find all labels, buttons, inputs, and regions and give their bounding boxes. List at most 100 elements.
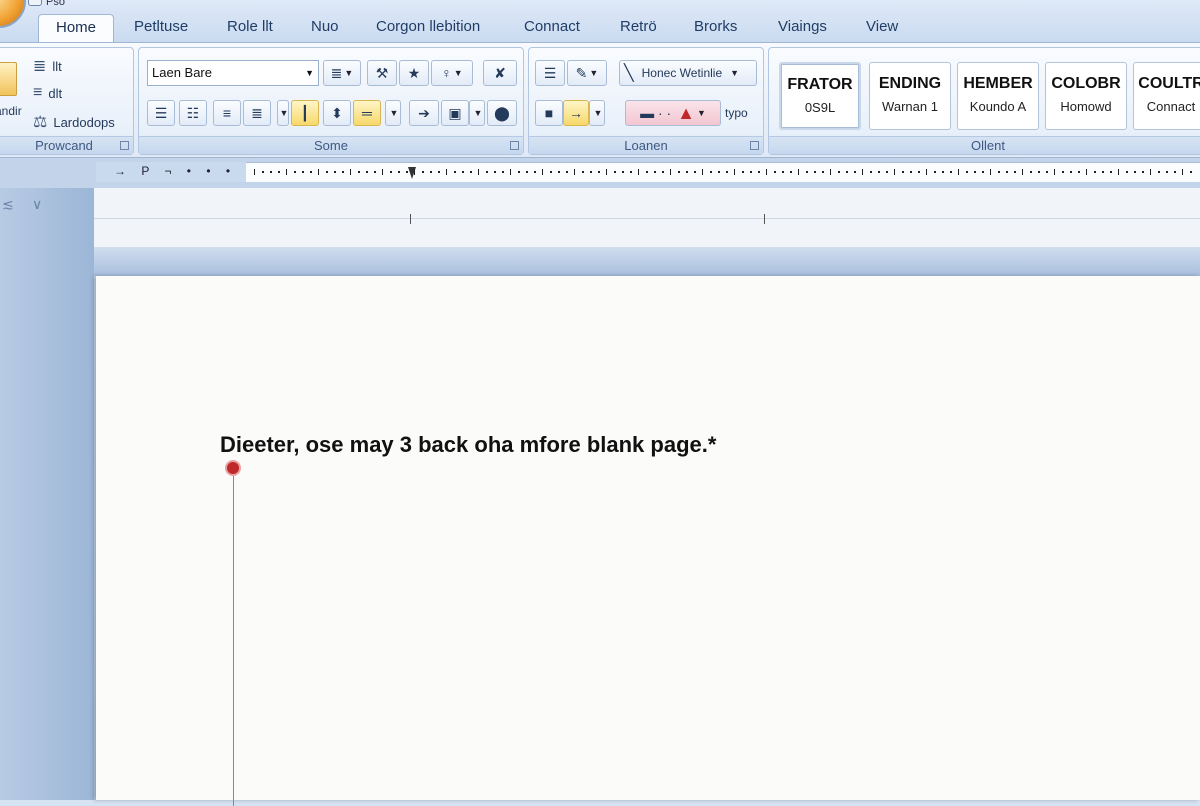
- font-launcher-icon[interactable]: [510, 141, 519, 150]
- numbering-icon: ☷: [186, 104, 200, 121]
- style-card-ending[interactable]: ENDING Warnan 1: [869, 62, 951, 130]
- editing-launcher-icon[interactable]: [750, 141, 759, 150]
- ruler-tick: [958, 169, 959, 175]
- shrink-font-icon: ★: [407, 64, 421, 81]
- cut-button[interactable]: ≣ llt: [33, 56, 62, 76]
- style-card-coultr[interactable]: COULTR Connact: [1133, 62, 1200, 130]
- ruler-tick: [702, 169, 703, 175]
- arrow-button[interactable]: →: [563, 100, 589, 126]
- ruler-tick: [678, 171, 680, 173]
- chevron-down-icon: ▼: [453, 68, 463, 78]
- list-style-button[interactable]: ☰: [535, 60, 565, 86]
- ruler-tick: [430, 171, 432, 173]
- ruler-tick: [822, 171, 824, 173]
- record-icon: ■: [544, 105, 554, 121]
- document-page[interactable]: Dieeter, ose may 3 back oha mfore blank …: [96, 276, 1200, 806]
- tab-nuo[interactable]: Nuo: [307, 14, 343, 42]
- shrink-font-button[interactable]: ★: [399, 60, 429, 86]
- ruler-tick: [366, 171, 368, 173]
- ruler-tick: [1038, 171, 1040, 173]
- tab-retro[interactable]: Retrö: [616, 14, 661, 42]
- ruler-tick: [598, 171, 600, 173]
- style-card-frator[interactable]: FRATOR 0S9L: [779, 62, 861, 130]
- ruler-tick: [494, 171, 496, 173]
- copy-label: dlt: [48, 85, 63, 101]
- line-spacing-button[interactable]: ⬍: [323, 100, 351, 126]
- styles-group-label: Ollent: [769, 136, 1200, 154]
- highlight-dropdown-button[interactable]: ▼: [385, 100, 401, 126]
- tab-connact[interactable]: Connact: [520, 14, 584, 42]
- ruler-tick: [870, 171, 872, 173]
- tab-home[interactable]: Home: [38, 14, 114, 42]
- ruler-tick: [1190, 171, 1192, 173]
- numbering-button[interactable]: ☷: [179, 100, 207, 126]
- tab-corgon-llebition[interactable]: Corgon llebition: [372, 14, 484, 42]
- change-case-button[interactable]: ♀ ▼: [431, 60, 473, 86]
- ruler-tick: [902, 171, 904, 173]
- tab-petltuse[interactable]: Petltuse: [130, 14, 192, 42]
- format-painter-icon: ⚖: [33, 114, 48, 131]
- shading-button[interactable]: ➔: [409, 100, 439, 126]
- header-area[interactable]: [94, 188, 1200, 248]
- format-painter-button[interactable]: ⚖ Lardodops: [33, 112, 115, 132]
- sort-button[interactable]: ⬤: [487, 100, 517, 126]
- outdent-button[interactable]: ≣: [243, 100, 271, 126]
- tab-brorks[interactable]: Brorks: [690, 14, 741, 42]
- ruler-tick: [742, 171, 744, 173]
- ruler-tick: [910, 171, 912, 173]
- align-center-button[interactable]: ┃: [291, 100, 319, 126]
- ruler-tick: [518, 171, 520, 173]
- view-toggle-icon[interactable]: ≲: [2, 196, 14, 213]
- horizontal-ruler[interactable]: [246, 162, 1200, 182]
- chevron-down-icon: ▼: [697, 108, 706, 118]
- tab-viaings[interactable]: Viaings: [774, 14, 831, 42]
- chevron-down-icon[interactable]: ∨: [32, 196, 42, 213]
- indent-button[interactable]: ≡: [213, 100, 241, 126]
- chevron-down-icon: ▼: [389, 108, 399, 118]
- list-dropdown-button[interactable]: ▼: [277, 100, 289, 126]
- ruler-tick: [414, 169, 415, 175]
- ruler-tick: [830, 169, 831, 175]
- ruler-tick: [694, 171, 696, 173]
- copy-icon: ≡: [33, 84, 43, 101]
- quick-access-save-icon[interactable]: [28, 0, 42, 6]
- record-button[interactable]: ■: [535, 100, 563, 126]
- clipboard-launcher-icon[interactable]: [120, 141, 129, 150]
- tab-view[interactable]: View: [862, 14, 902, 42]
- office-button[interactable]: [0, 0, 26, 28]
- ruler-tick: [502, 171, 504, 173]
- ruler-tick: [278, 171, 280, 173]
- tab-role-llt[interactable]: Role llt: [223, 14, 277, 42]
- borders-button[interactable]: ▣: [441, 100, 469, 126]
- bullets-button[interactable]: ☰: [147, 100, 175, 126]
- title-bar: Pso Home Petltuse Role llt Nuo Corgon ll…: [0, 0, 1200, 44]
- font-color-button[interactable]: ▬ · · ▲ ▼: [625, 100, 721, 126]
- ruler-tick: [974, 171, 976, 173]
- ruler-tab-selector[interactable]: → P ¬ • • •: [96, 162, 246, 182]
- pen-icon: ✎: [575, 64, 588, 81]
- ruler-tick: [1166, 171, 1168, 173]
- grow-font-button[interactable]: ⚒: [367, 60, 397, 86]
- borders-dropdown-button[interactable]: ▼: [469, 100, 485, 126]
- sort-icon: ⬤: [494, 104, 510, 121]
- highlight-button[interactable]: ═: [353, 100, 381, 126]
- ruler-tick: [454, 171, 456, 173]
- paste-icon[interactable]: [0, 62, 17, 96]
- pen-button[interactable]: ✎ ▼: [567, 60, 607, 86]
- ruler-tick: [862, 169, 863, 175]
- font-color-icon: ▬ · ·: [640, 105, 672, 121]
- ruler-tick: [774, 171, 776, 173]
- style-card-hember[interactable]: HEMBER Koundo A: [957, 62, 1039, 130]
- font-size-button[interactable]: ≣ ▼: [323, 60, 361, 86]
- ruler-tick: [1078, 171, 1080, 173]
- copy-button[interactable]: ≡ dlt: [33, 84, 62, 102]
- document-text[interactable]: Dieeter, ose may 3 back oha mfore blank …: [220, 432, 716, 458]
- font-name-select[interactable]: Laen Bare ▼: [147, 60, 319, 86]
- highlight-style-select[interactable]: ╲ Honec Wetinlie ▼: [619, 60, 757, 86]
- clear-format-button[interactable]: ✘: [483, 60, 517, 86]
- style-card-colobr[interactable]: COLOBR Homowd: [1045, 62, 1127, 130]
- paste-label[interactable]: andir: [0, 104, 22, 118]
- ruler-tick: [998, 171, 1000, 173]
- ruler-tick: [638, 169, 639, 175]
- arrow-dropdown-button[interactable]: ▼: [589, 100, 605, 126]
